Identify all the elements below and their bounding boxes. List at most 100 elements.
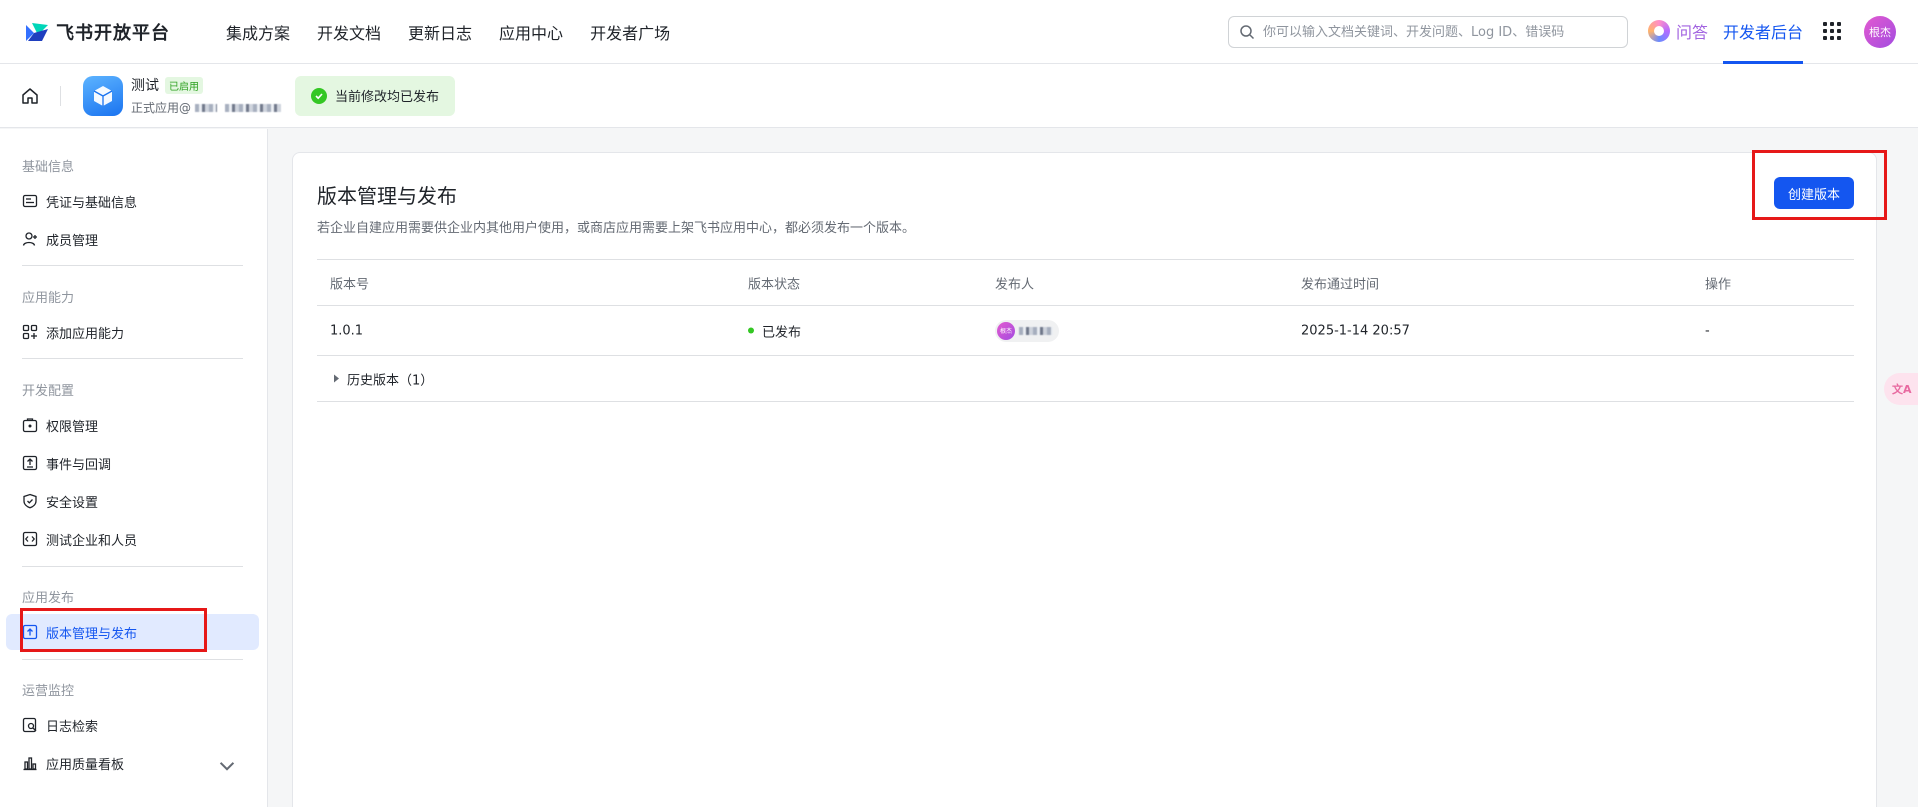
app-subtitle: 正式应用@ [131, 101, 192, 115]
bar-chart-icon [23, 757, 37, 771]
sidebar-item-label: 凭证与基础信息 [46, 195, 138, 211]
sidebar-item-security[interactable]: 安全设置 [6, 483, 259, 519]
sidebar-section-publish: 应用发布 [22, 591, 75, 606]
feishu-logo[interactable]: 飞书开放平台 [24, 19, 174, 45]
history-label: 历史版本（1） [347, 373, 434, 388]
sidebar-section-basic: 基础信息 [22, 160, 75, 175]
highlight-box-version-release [20, 608, 207, 652]
dev-console-tab[interactable]: 开发者后台 [1723, 0, 1804, 64]
column-header-version: 版本号 [330, 277, 370, 292]
nav-link-changelog[interactable]: 更新日志 [408, 20, 472, 44]
divider [60, 85, 61, 106]
publisher-chip[interactable]: 根杰 [995, 319, 1059, 342]
chevron-down-icon[interactable] [219, 758, 235, 774]
feishu-logo-icon [26, 22, 48, 41]
column-header-publisher: 发布人 [995, 277, 1035, 292]
divider [22, 566, 243, 567]
sidebar-item-label: 日志检索 [46, 719, 99, 735]
nav-link-dev-plaza[interactable]: 开发者广场 [590, 20, 670, 44]
divider [22, 358, 243, 359]
column-header-status: 版本状态 [748, 277, 801, 292]
caret-right-icon [334, 374, 339, 383]
sidebar-item-label: 测试企业和人员 [46, 533, 138, 549]
row-action: - [1705, 323, 1710, 338]
version-status: 已发布 [748, 321, 801, 340]
divider [22, 659, 243, 660]
home-icon[interactable] [20, 86, 40, 106]
code-box-icon [22, 531, 38, 547]
qa-button[interactable]: 问答 [1648, 19, 1708, 43]
sidebar-item-test-tenants[interactable]: 测试企业和人员 [6, 521, 259, 557]
column-header-time: 发布通过时间 [1301, 277, 1380, 292]
sidebar-item-add-capability[interactable]: 添加应用能力 [6, 314, 259, 350]
sidebar-section-capabilities: 应用能力 [22, 291, 75, 306]
page-description: 若企业自建应用需要供企业内其他用户使用，或商店应用需要上架飞书应用中心，都必须发… [317, 221, 916, 236]
page-title: 版本管理与发布 [317, 184, 457, 208]
app-icon [83, 75, 123, 116]
sidebar: 基础信息 凭证与基础信息 成员管理 应用能力 添加应用能力 开发配置 权限管理 … [0, 129, 268, 807]
table-row[interactable]: 1.0.1 已发布 根杰 2025-1-14 20:57 - [317, 306, 1854, 356]
status-dot-icon [748, 327, 754, 334]
publish-status-banner: 当前修改均已发布 [295, 75, 456, 116]
app-status-badge: 已启用 [165, 76, 203, 94]
table-header: 版本号 版本状态 发布人 发布通过时间 操作 [317, 259, 1854, 306]
sidebar-item-label: 权限管理 [46, 419, 99, 435]
app-name: 测试 [131, 78, 159, 94]
app-meta: 测试 已启用 正式应用@ [131, 75, 282, 116]
status-text: 已发布 [762, 325, 802, 340]
qa-label: 问答 [1676, 23, 1709, 42]
divider [22, 265, 243, 266]
sidebar-item-label: 应用质量看板 [46, 757, 125, 773]
highlight-box-create-version [1752, 150, 1887, 220]
user-avatar[interactable]: 根杰 [1864, 16, 1896, 48]
translate-button[interactable]: 文A [1884, 373, 1918, 405]
redacted-tenant-name [225, 103, 282, 112]
event-icon [22, 455, 38, 471]
sidebar-item-label: 事件与回调 [46, 457, 112, 473]
app-header-bar: 测试 已启用 正式应用@ 当前修改均已发布 [0, 64, 1918, 128]
nav-link-solutions[interactable]: 集成方案 [226, 20, 290, 44]
version-management-card: 版本管理与发布 若企业自建应用需要供企业内其他用户使用，或商店应用需要上架飞书应… [292, 152, 1877, 807]
apps-add-icon [22, 324, 38, 340]
sidebar-item-credentials[interactable]: 凭证与基础信息 [6, 183, 259, 219]
version-table: 版本号 版本状态 发布人 发布通过时间 操作 1.0.1 已发布 根杰 2025… [317, 259, 1854, 402]
sidebar-item-label: 安全设置 [46, 495, 99, 511]
publisher: 根杰 [995, 319, 1059, 342]
ai-assistant-icon [1648, 20, 1670, 42]
column-header-actions: 操作 [1705, 277, 1732, 292]
publisher-avatar: 根杰 [997, 321, 1015, 340]
search-icon [1240, 25, 1255, 40]
sidebar-item-permissions[interactable]: 权限管理 [6, 407, 259, 443]
main-nav: 集成方案 开发文档 更新日志 应用中心 开发者广场 [226, 20, 697, 44]
top-navbar: 飞书开放平台 集成方案 开发文档 更新日志 应用中心 开发者广场 问答 开发者后… [0, 0, 1918, 64]
nav-link-docs[interactable]: 开发文档 [317, 20, 381, 44]
search-box[interactable] [1228, 16, 1628, 48]
log-search-icon [22, 717, 37, 733]
sidebar-item-quality-dashboard[interactable]: 应用质量看板 [6, 745, 259, 781]
search-input[interactable] [1263, 24, 1603, 40]
cube-icon [93, 85, 113, 106]
sidebar-section-dev-config: 开发配置 [22, 384, 75, 399]
history-versions-toggle[interactable]: 历史版本（1） [317, 356, 1854, 402]
redacted-tenant-name [195, 103, 218, 112]
publish-time: 2025-1-14 20:57 [1301, 323, 1410, 338]
sidebar-section-monitoring: 运营监控 [22, 684, 75, 699]
version-number: 1.0.1 [330, 323, 364, 338]
apps-grid-icon[interactable] [1823, 22, 1841, 40]
id-card-icon [22, 194, 38, 208]
sidebar-item-label: 成员管理 [46, 233, 99, 249]
sidebar-item-members[interactable]: 成员管理 [6, 221, 259, 257]
publish-status-text: 当前修改均已发布 [335, 90, 440, 105]
lock-box-icon [22, 418, 38, 433]
history-toggle[interactable]: 历史版本（1） [334, 369, 433, 388]
sidebar-item-label: 添加应用能力 [46, 326, 125, 342]
translate-icon: 文A [1892, 383, 1912, 396]
check-circle-icon [311, 87, 328, 104]
sidebar-item-log-search[interactable]: 日志检索 [6, 707, 259, 743]
logo-text: 飞书开放平台 [56, 22, 170, 44]
user-add-icon [22, 232, 37, 246]
shield-icon [23, 493, 37, 509]
nav-link-app-center[interactable]: 应用中心 [499, 20, 563, 44]
sidebar-item-events[interactable]: 事件与回调 [6, 445, 259, 481]
redacted-publisher-name [1019, 326, 1053, 335]
